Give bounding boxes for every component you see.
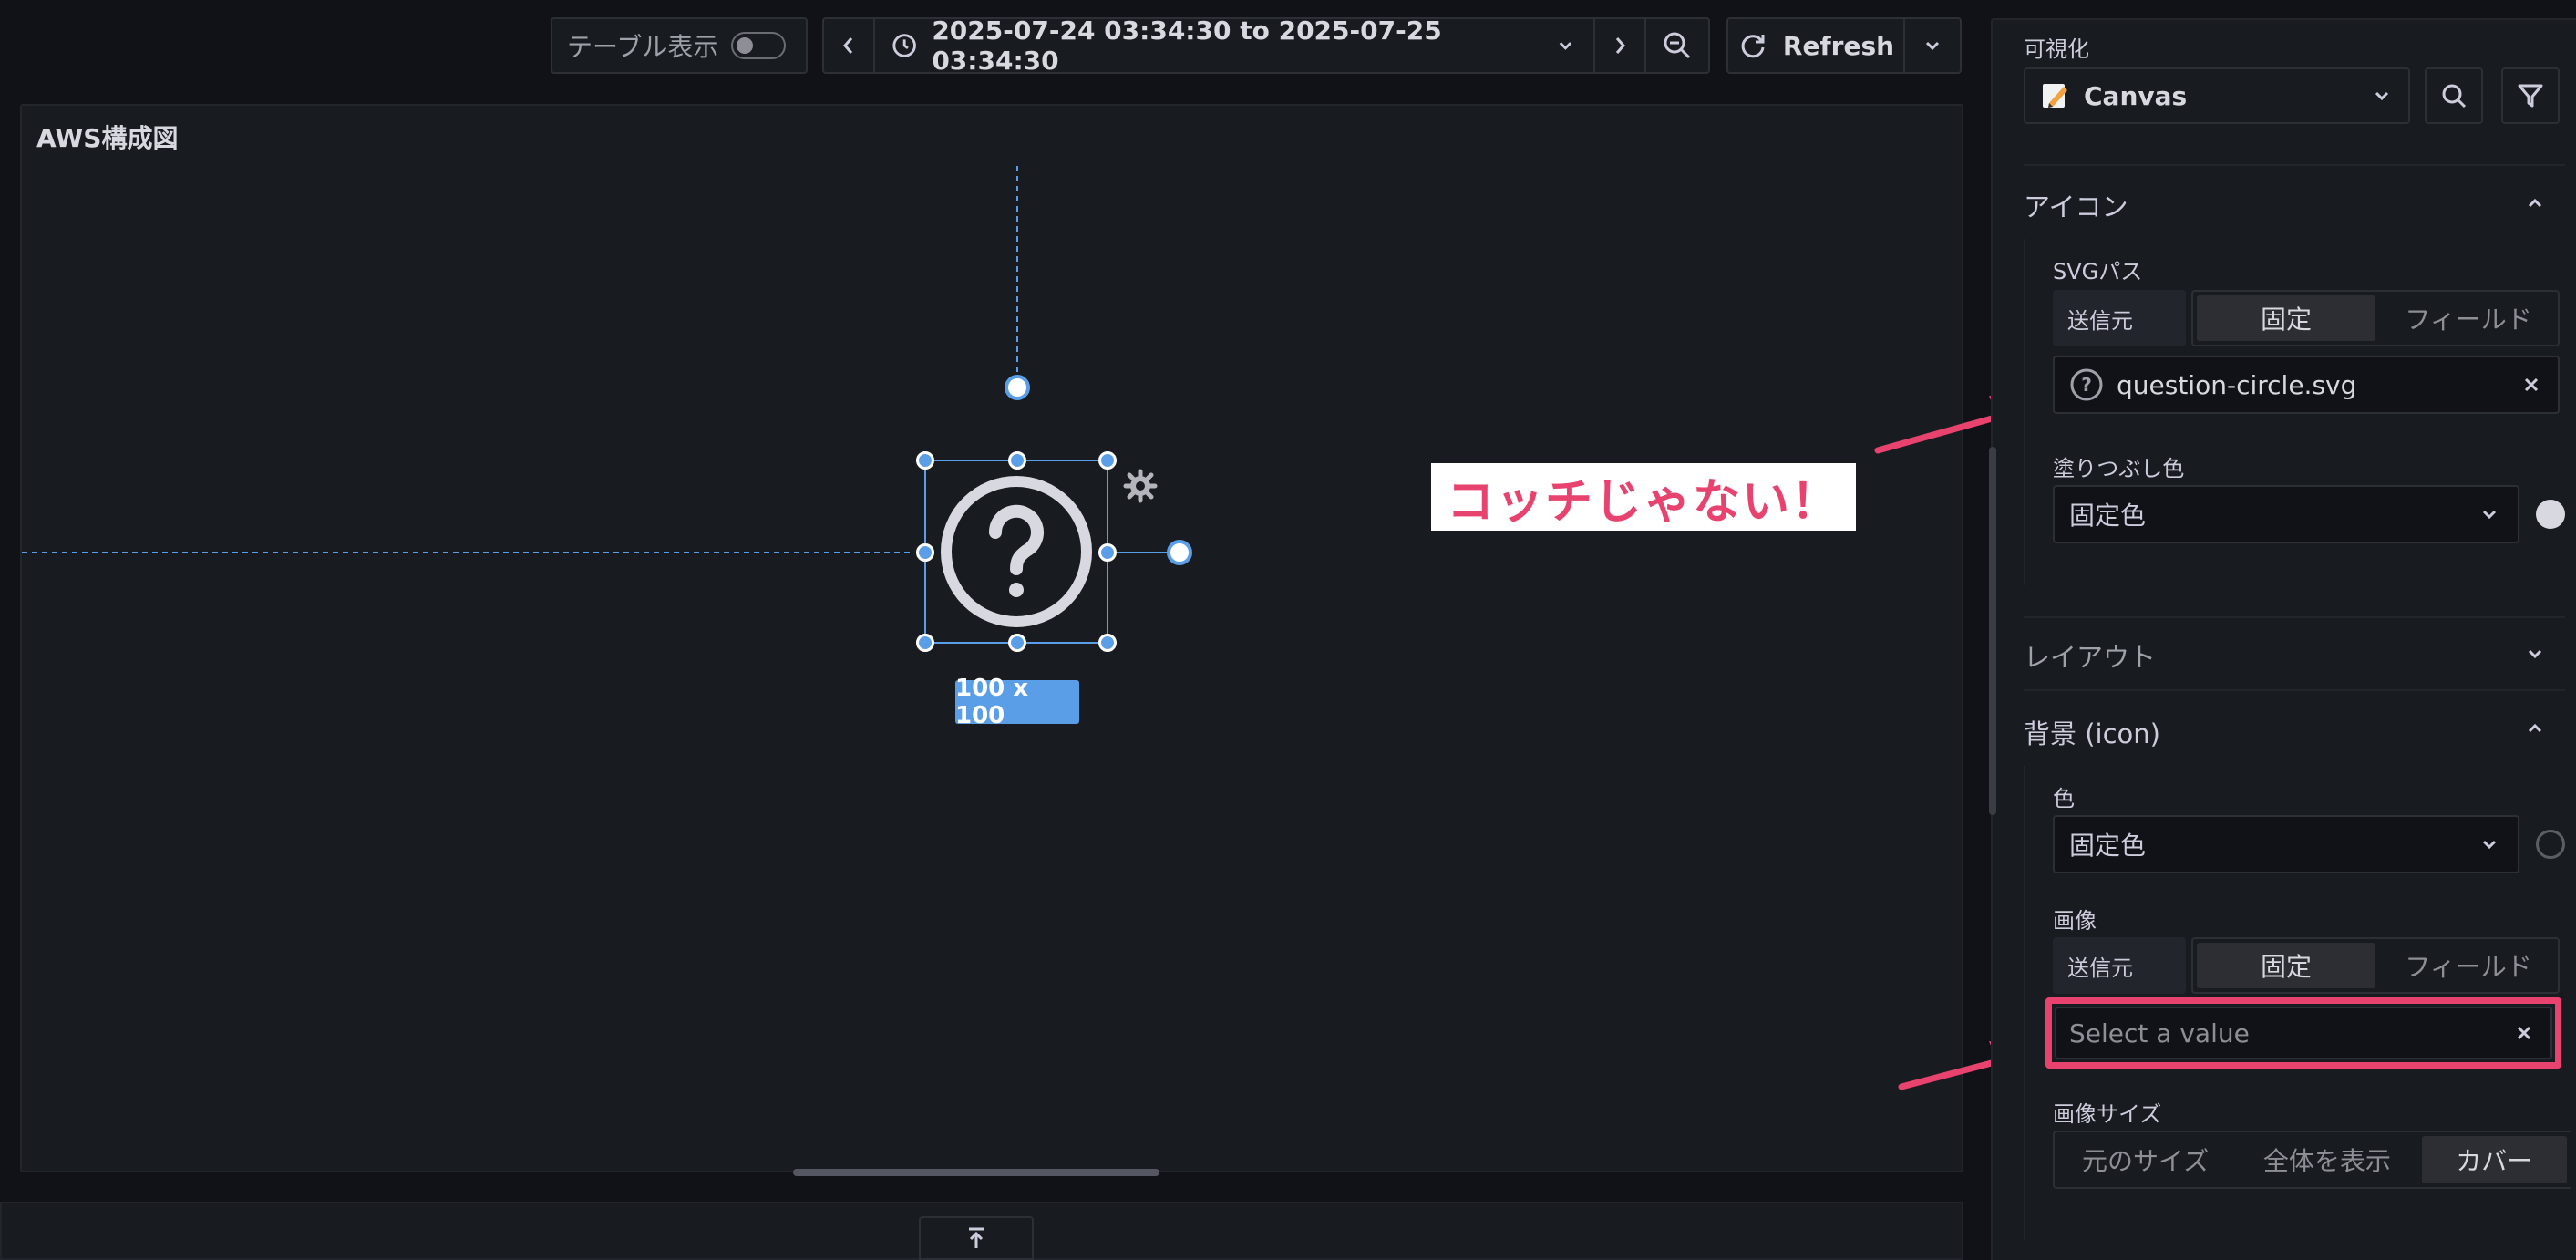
background-color-select[interactable]: 固定色	[2053, 815, 2519, 873]
chevron-down-icon	[2482, 840, 2497, 850]
horizontal-scrollbar[interactable]	[793, 1169, 1159, 1176]
image-select-placeholder: Select a value	[2069, 1017, 2250, 1048]
sidebar-divider	[2024, 616, 2565, 618]
background-section-title[interactable]: 背景 (icon)	[2024, 713, 2160, 751]
sidebar-divider	[2024, 689, 2565, 691]
fill-color-value: 固定色	[2069, 501, 2147, 531]
image-mode-field[interactable]: フィールド	[2379, 939, 2558, 992]
arrow-up-to-line-icon	[969, 1227, 984, 1248]
image-size-cover[interactable]: カバー	[2421, 1136, 2567, 1183]
svg-text:?: ?	[2081, 374, 2092, 396]
fill-color-label: 塗りつぶし色	[2053, 456, 2185, 481]
visualization-label: 可視化	[2024, 36, 2089, 62]
svg-source-label: 送信元	[2067, 307, 2133, 334]
svg-path-value: question-circle.svg	[2117, 369, 2357, 400]
image-source-label: 送信元	[2067, 955, 2133, 981]
svg-path-select[interactable]: ? question-circle.svg	[2053, 356, 2560, 414]
chevron-down-icon	[2482, 510, 2497, 520]
chevron-down-icon	[2375, 91, 2389, 101]
question-circle-icon: ?	[2070, 368, 2103, 401]
chevron-down-icon[interactable]	[2525, 644, 2545, 664]
icon-section-indent-line	[2024, 239, 2025, 585]
visualization-value: Canvas	[2084, 80, 2188, 111]
image-size-label: 画像サイズ	[2053, 1101, 2162, 1127]
svg-mode-fixed[interactable]: 固定	[2197, 295, 2375, 341]
background-color-swatch[interactable]	[2536, 830, 2565, 859]
image-source-mode-toggle[interactable]: 固定 フィールド	[2191, 937, 2560, 994]
image-select[interactable]: Select a value	[2055, 1007, 2552, 1059]
svg-path-label: SVGパス	[2053, 259, 2143, 284]
search-icon	[2442, 84, 2467, 108]
close-icon[interactable]	[2516, 1025, 2532, 1041]
image-size-toggle[interactable]: 元のサイズ 全体を表示 カバー	[2053, 1131, 2571, 1189]
image-source-label-box: 送信元	[2053, 937, 2186, 994]
background-color-label: 色	[2053, 786, 2075, 811]
canvas-pencil-icon	[2043, 84, 2067, 108]
close-icon[interactable]	[2523, 377, 2540, 393]
lower-arrow	[1898, 1056, 2009, 1090]
svg-source-label-box: 送信元	[2053, 290, 2186, 346]
svg-source-mode-toggle[interactable]: 固定 フィールド	[2191, 290, 2560, 346]
svg-mode-field[interactable]: フィールド	[2379, 292, 2558, 345]
chevron-up-icon[interactable]	[2525, 718, 2545, 738]
image-label: 画像	[2053, 908, 2097, 934]
fill-color-select[interactable]: 固定色	[2053, 485, 2519, 543]
scroll-top-button[interactable]	[919, 1216, 1034, 1260]
fill-color-swatch[interactable]	[2536, 500, 2565, 529]
layout-section-title[interactable]: レイアウト	[2024, 636, 2156, 675]
background-section-indent-line	[2024, 766, 2025, 1240]
visualization-picker[interactable]: Canvas	[2024, 67, 2410, 124]
sidebar-scrollbar[interactable]	[1989, 447, 1996, 815]
annotation-arrows	[1874, 396, 2042, 1090]
upper-arrow	[1874, 412, 2005, 454]
image-mode-fixed[interactable]: 固定	[2197, 943, 2375, 988]
icon-section-title[interactable]: アイコン	[2024, 186, 2128, 224]
filter-options-button[interactable]	[2501, 67, 2560, 124]
image-size-contain[interactable]: 全体を表示	[2236, 1132, 2417, 1187]
sidebar-divider	[2024, 164, 2565, 166]
filter-icon	[2518, 84, 2543, 108]
image-size-original[interactable]: 元のサイズ	[2055, 1132, 2236, 1187]
chevron-up-icon[interactable]	[2525, 193, 2545, 213]
search-options-button[interactable]	[2425, 67, 2483, 124]
background-color-value: 固定色	[2069, 831, 2147, 861]
